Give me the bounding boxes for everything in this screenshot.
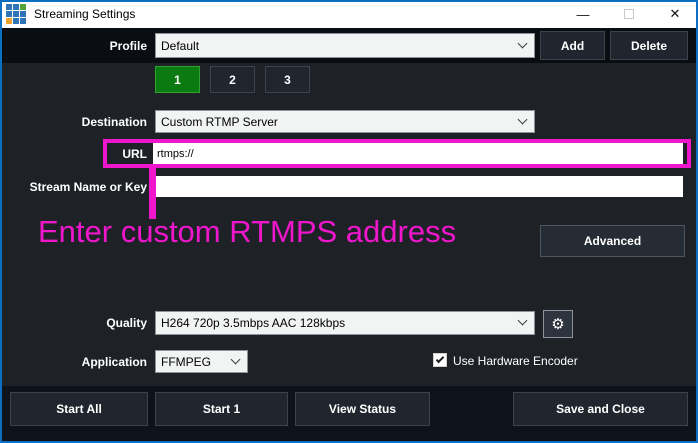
view-status-button[interactable]: View Status: [295, 392, 430, 426]
save-and-close-button[interactable]: Save and Close: [513, 392, 688, 426]
profile-label: Profile: [27, 39, 147, 53]
chevron-down-icon: [231, 354, 241, 364]
close-button[interactable]: ✕: [652, 0, 698, 28]
quality-select-value: H264 720p 3.5mbps AAC 128kbps: [161, 316, 345, 330]
delete-profile-button[interactable]: Delete: [610, 31, 688, 60]
advanced-button[interactable]: Advanced: [540, 225, 685, 257]
add-profile-label: Add: [561, 39, 584, 53]
application-select-value: FFMPEG: [161, 355, 211, 369]
chevron-down-icon: [518, 38, 528, 48]
application-label: Application: [67, 355, 147, 369]
advanced-button-label: Advanced: [584, 234, 641, 248]
stream-key-input[interactable]: [153, 176, 683, 197]
window-title: Streaming Settings: [34, 7, 135, 21]
quality-label: Quality: [77, 316, 147, 330]
tab-stream-1[interactable]: 1: [155, 66, 200, 93]
annotation-text: Enter custom RTMPS address: [38, 214, 456, 250]
profile-select[interactable]: Default: [155, 33, 535, 58]
gear-icon: ⚙: [551, 315, 564, 333]
application-select[interactable]: FFMPEG: [155, 350, 248, 373]
chevron-down-icon: [518, 114, 528, 124]
app-logo-icon: [6, 4, 26, 24]
hardware-encoder-label: Use Hardware Encoder: [453, 354, 578, 368]
tab-stream-3[interactable]: 3: [265, 66, 310, 93]
start-1-button[interactable]: Start 1: [155, 392, 288, 426]
tab-stream-2-label: 2: [229, 73, 236, 87]
quality-select[interactable]: H264 720p 3.5mbps AAC 128kbps: [155, 311, 535, 335]
start-all-button[interactable]: Start All: [10, 392, 148, 426]
chevron-down-icon: [518, 316, 528, 326]
view-status-label: View Status: [329, 402, 396, 416]
stream-key-label: Stream Name or Key: [23, 180, 147, 194]
minimize-icon: —: [577, 7, 590, 22]
hardware-encoder-checkbox[interactable]: [433, 353, 447, 367]
destination-label: Destination: [27, 115, 147, 129]
tab-stream-1-label: 1: [174, 73, 181, 87]
streaming-settings-window: Streaming Settings — ✕ Profile Default A…: [0, 0, 698, 443]
add-profile-button[interactable]: Add: [540, 31, 605, 60]
url-input[interactable]: [153, 143, 683, 165]
start-1-label: Start 1: [203, 402, 240, 416]
url-label: URL: [87, 147, 147, 161]
tab-stream-2[interactable]: 2: [210, 66, 255, 93]
tab-stream-3-label: 3: [284, 73, 291, 87]
profile-select-value: Default: [161, 39, 199, 53]
quality-settings-button[interactable]: ⚙: [543, 310, 573, 338]
titlebar: Streaming Settings — ✕: [0, 0, 698, 28]
window-controls: — ✕: [560, 0, 698, 28]
delete-profile-label: Delete: [631, 39, 667, 53]
maximize-button: [606, 0, 652, 28]
save-and-close-label: Save and Close: [556, 402, 645, 416]
checkmark-icon: [436, 355, 444, 363]
close-icon: ✕: [670, 6, 681, 22]
destination-select-value: Custom RTMP Server: [161, 115, 278, 129]
minimize-button[interactable]: —: [560, 0, 606, 28]
destination-select[interactable]: Custom RTMP Server: [155, 110, 535, 133]
maximize-icon: [624, 9, 634, 19]
start-all-label: Start All: [56, 402, 102, 416]
